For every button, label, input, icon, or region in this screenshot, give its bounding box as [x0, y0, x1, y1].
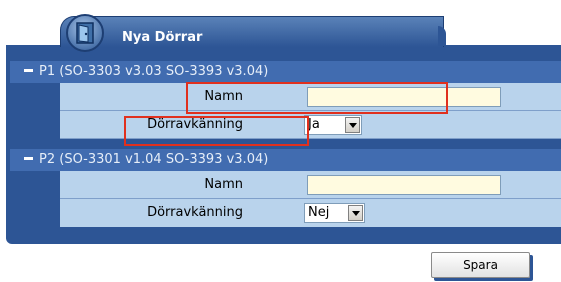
p2-door-sensing-row: Dörravkänning Nej: [60, 199, 561, 227]
p1-door-sensing-value: Ja: [308, 117, 320, 132]
window-title: Nya Dörrar: [122, 30, 203, 45]
collapse-icon[interactable]: [24, 157, 33, 160]
chevron-down-icon[interactable]: [345, 117, 360, 133]
p2-name-label: Namn: [204, 177, 243, 192]
door-icon: [66, 14, 104, 52]
p2-door-sensing-value: Nej: [308, 205, 330, 220]
highlight-box-door-sensing: [124, 116, 309, 146]
section-header-p1[interactable]: P1 (SO-3303 v3.03 SO-3393 v3.04): [10, 61, 561, 83]
p2-name-input[interactable]: [307, 175, 501, 195]
save-button[interactable]: Spara: [431, 252, 530, 278]
p2-door-sensing-label: Dörravkänning: [147, 205, 243, 220]
chevron-down-icon[interactable]: [348, 205, 363, 221]
window-tab: [60, 16, 444, 47]
highlight-box-name: [186, 82, 448, 114]
p1-door-sensing-select[interactable]: Ja: [304, 115, 362, 135]
section-title-p2: P2 (SO-3301 v1.04 SO-3393 v3.04): [39, 152, 269, 167]
window-tab-notch: [438, 26, 446, 46]
p2-door-sensing-select[interactable]: Nej: [304, 203, 365, 223]
collapse-icon[interactable]: [24, 69, 33, 72]
section-header-p2[interactable]: P2 (SO-3301 v1.04 SO-3393 v3.04): [10, 149, 561, 171]
p2-name-row: Namn: [60, 171, 561, 199]
section-title-p1: P1 (SO-3303 v3.03 SO-3393 v3.04): [39, 64, 269, 79]
